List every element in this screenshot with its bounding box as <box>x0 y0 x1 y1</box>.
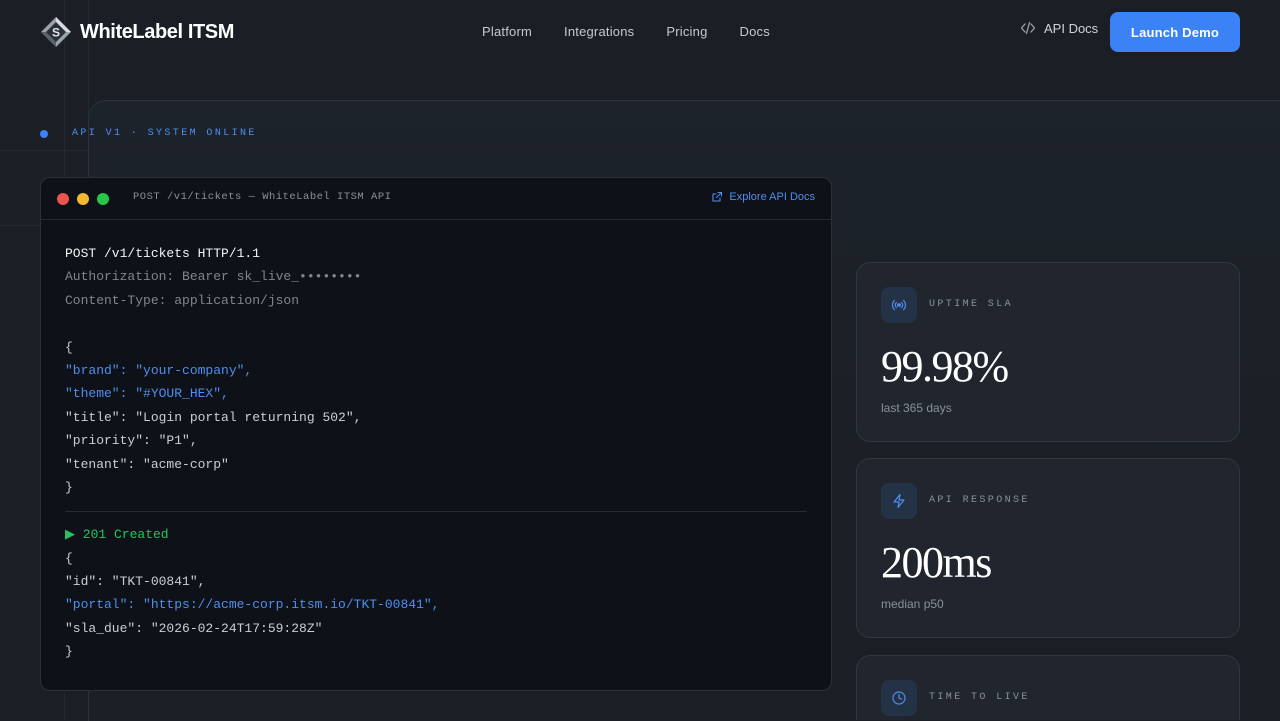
json-title: "title": "Login portal returning 502", <box>65 409 362 425</box>
brand-logo-icon: S <box>41 17 71 47</box>
api-docs-link[interactable]: API Docs <box>1020 20 1098 36</box>
top-navbar: S WhiteLabel ITSM Platform Integrations … <box>0 0 1280 64</box>
main-nav: Platform Integrations Pricing Docs <box>466 20 786 43</box>
brand[interactable]: S WhiteLabel ITSM <box>40 14 234 50</box>
metric-label: API RESPONSE <box>929 495 1030 506</box>
lightning-icon <box>893 493 905 509</box>
metric-card-uptime: UPTIME SLA 99.98% last 365 days <box>856 262 1240 442</box>
terminal-titlebar: POST /v1/tickets — WhiteLabel ITSM API E… <box>41 178 831 220</box>
clock-icon <box>892 691 906 705</box>
nav-integrations[interactable]: Integrations <box>548 20 650 43</box>
json-open-brace: { <box>65 339 73 355</box>
response-sla-due: "sla_due": "2026-02-24T17:59:28Z" <box>65 620 323 636</box>
json-tenant: "tenant": "acme-corp" <box>65 456 229 472</box>
broadcast-icon <box>891 299 907 311</box>
explore-api-docs-link[interactable]: Explore API Docs <box>711 191 815 203</box>
response-divider <box>65 511 807 513</box>
api-terminal: POST /v1/tickets — WhiteLabel ITSM API E… <box>40 177 832 691</box>
status-text: API V1 · SYSTEM ONLINE <box>72 128 257 139</box>
response-id: "id": "TKT-00841", <box>65 574 206 590</box>
response-status: ▶ 201 Created <box>65 527 169 543</box>
metric-value: 99.98% <box>881 342 1009 391</box>
system-status: API V1 · SYSTEM ONLINE <box>40 128 257 139</box>
metric-label: UPTIME SLA <box>929 299 1014 310</box>
json-theme: "theme": "#YOUR_HEX", <box>65 386 229 402</box>
metric-label: TIME TO LIVE <box>929 692 1030 703</box>
header-content-type: Content-Type: application/json <box>65 292 300 308</box>
header-authorization: Authorization: Bearer sk_live_•••••••• <box>65 269 362 285</box>
request-line: POST /v1/tickets HTTP/1.1 <box>65 246 261 261</box>
json-priority: "priority": "P1", <box>65 433 198 449</box>
metric-value: 200ms <box>881 538 992 587</box>
terminal-title: POST /v1/tickets — WhiteLabel ITSM API <box>133 191 392 203</box>
status-dot-icon <box>40 129 48 138</box>
nav-docs[interactable]: Docs <box>724 20 786 43</box>
metric-card-api-response: API RESPONSE 200ms median p50 <box>856 458 1240 638</box>
nav-platform[interactable]: Platform <box>466 20 548 43</box>
response-close-brace: } <box>65 644 73 660</box>
svg-text:S: S <box>52 26 60 40</box>
metric-subtitle: last 365 days <box>881 401 952 415</box>
close-dot-icon <box>57 193 69 205</box>
metric-subtitle: median p50 <box>881 597 944 611</box>
brand-name: WhiteLabel ITSM <box>80 20 235 43</box>
json-brand: "brand": "your-company", <box>65 362 253 378</box>
nav-pricing[interactable]: Pricing <box>650 20 723 43</box>
code-block: POST /v1/tickets HTTP/1.1 Authorization:… <box>65 242 807 664</box>
response-open-brace: { <box>65 550 73 566</box>
json-close-brace: } <box>65 479 73 495</box>
minimize-dot-icon <box>77 193 89 205</box>
explore-api-docs-label: Explore API Docs <box>729 191 815 203</box>
launch-demo-button[interactable]: Launch Demo <box>1110 12 1240 52</box>
api-docs-label: API Docs <box>1044 20 1099 36</box>
external-link-icon <box>712 191 723 202</box>
response-portal: "portal": "https://acme-corp.itsm.io/TKT… <box>65 597 440 613</box>
code-icon <box>1020 21 1036 35</box>
metric-card-time-to-live: TIME TO LIVE <box>856 655 1240 720</box>
maximize-dot-icon <box>97 193 109 205</box>
